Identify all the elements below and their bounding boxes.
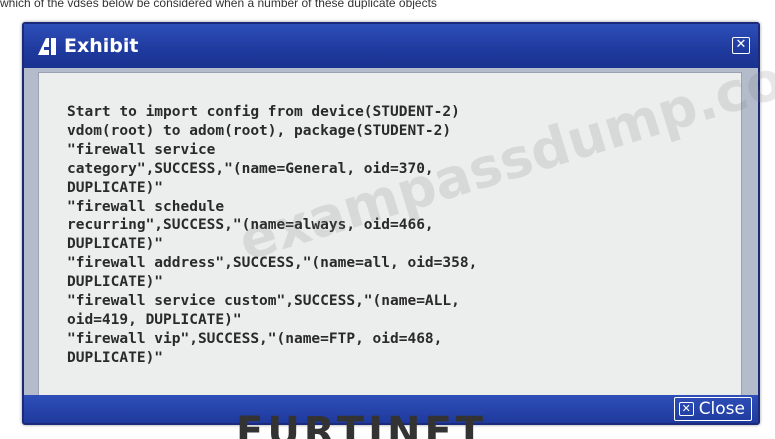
log-line: "firewall vip",SUCCESS,"(name=FTP, oid=4… bbox=[67, 330, 443, 347]
exhibit-content: Start to import config from device(STUDE… bbox=[38, 72, 742, 398]
dialog-title: Exhibit bbox=[64, 35, 139, 57]
log-line: DUPLICATE)" bbox=[67, 179, 164, 196]
log-line: "firewall address",SUCCESS,"(name=all, o… bbox=[67, 255, 478, 272]
log-line: DUPLICATE)" bbox=[67, 236, 164, 253]
fortinet-brand-text: FURTINET bbox=[236, 412, 488, 439]
close-button-label: Close bbox=[698, 399, 745, 419]
close-x-icon: ✕ bbox=[678, 402, 694, 416]
log-line: oid=419, DUPLICATE)" bbox=[67, 311, 242, 328]
log-line: vdom(root) to adom(root), package(STUDEN… bbox=[67, 122, 452, 139]
dialog-titlebar: Exhibit ✕ bbox=[24, 24, 758, 68]
log-line: DUPLICATE)" bbox=[67, 274, 164, 291]
log-line: recurring",SUCCESS,"(name=always, oid=46… bbox=[67, 217, 434, 234]
close-button[interactable]: ✕ Close bbox=[673, 397, 752, 421]
log-line: DUPLICATE)" bbox=[67, 349, 164, 366]
exhibit-dialog: Exhibit ✕ Start to import config from de… bbox=[22, 22, 760, 425]
close-x-icon[interactable]: ✕ bbox=[732, 37, 750, 54]
log-line: category",SUCCESS,"(name=General, oid=37… bbox=[67, 160, 434, 177]
log-line: "firewall service custom",SUCCESS,"(name… bbox=[67, 293, 460, 310]
log-line: "firewall schedule bbox=[67, 198, 225, 215]
log-line: "firewall service bbox=[67, 141, 216, 158]
question-text-fragment: which of the vdses below be considered w… bbox=[0, 0, 437, 9]
import-log: Start to import config from device(STUDE… bbox=[67, 103, 727, 368]
log-line: Start to import config from device(STUDE… bbox=[67, 104, 460, 120]
fortinet-logo-icon bbox=[36, 36, 58, 56]
